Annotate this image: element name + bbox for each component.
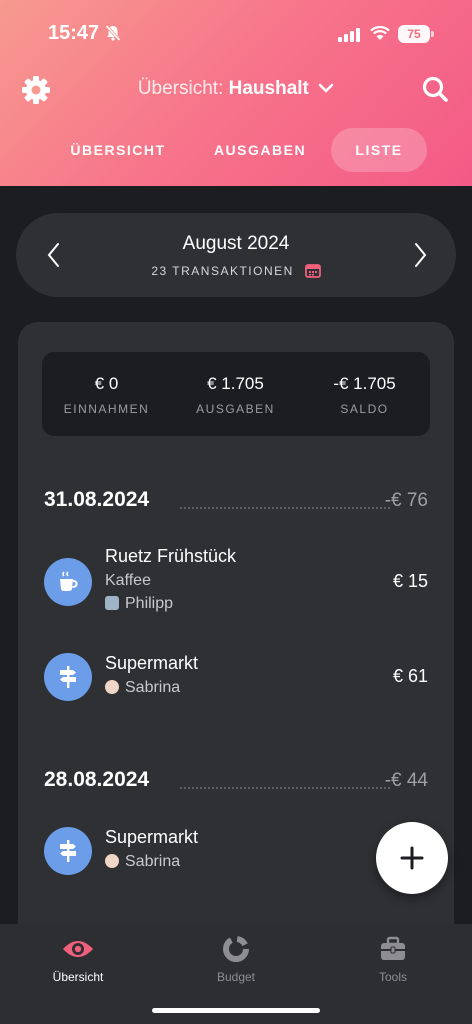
avatar (105, 854, 119, 868)
nav-item-tools[interactable]: Tools (333, 934, 453, 984)
group-selector-name: Haushalt (228, 78, 309, 100)
search-icon (422, 76, 448, 102)
signpost-icon (44, 653, 92, 701)
transaction-category: Kaffee (105, 572, 151, 589)
transaction-title: Supermarkt (105, 653, 199, 673)
cellular-signal-icon (338, 28, 362, 47)
bell-muted-icon (104, 24, 122, 47)
transaction-user-name: Sabrina (125, 679, 181, 696)
battery-tip (431, 31, 434, 37)
nav-item-budget[interactable]: Budget (176, 934, 296, 984)
date-divider (180, 787, 390, 789)
transaction-count-label: 23 TRANSAKTIONEN (151, 264, 294, 279)
summary-balance: -€ 1.705 SALDO (300, 374, 429, 416)
transaction-amount: € 61 (392, 666, 428, 686)
transaction-row[interactable]: Supermarkt Sabrina € 61 (44, 653, 428, 703)
expenses-value: € 1.705 (207, 374, 264, 393)
transaction-amount: € 15 (392, 571, 428, 591)
balance-value: -€ 1.705 (333, 374, 396, 393)
next-month-button[interactable] (410, 241, 430, 269)
transaction-title: Ruetz Frühstück (105, 546, 237, 566)
group-selector[interactable]: Übersicht: Haushalt (0, 78, 472, 100)
add-transaction-button[interactable] (376, 822, 448, 894)
date-label: 28.08.2024 (44, 768, 150, 791)
chevron-down-icon (318, 78, 334, 100)
avatar (105, 680, 119, 694)
expenses-label: AUSGABEN (196, 402, 275, 416)
battery-indicator: 75 (398, 25, 430, 43)
balance-label: SALDO (340, 402, 389, 416)
avatar (105, 596, 119, 610)
home-indicator[interactable] (152, 1008, 320, 1013)
transaction-user: Philipp (105, 595, 173, 613)
donut-chart-icon (176, 934, 296, 964)
nav-item-uebersicht[interactable]: Übersicht (18, 934, 138, 984)
nav-label: Tools (378, 970, 407, 984)
chevron-right-icon (415, 243, 427, 267)
date-header: 28.08.2024 -€ 44 (44, 768, 428, 798)
transaction-user-name: Sabrina (125, 853, 181, 870)
calendar-icon (304, 263, 321, 281)
wifi-icon (370, 25, 390, 47)
summary-income: € 0 EINNAHMEN (42, 374, 171, 416)
date-label: 31.08.2024 (44, 488, 150, 511)
month-title: August 2024 (182, 233, 290, 254)
group-selector-prefix: Übersicht: (137, 78, 224, 100)
transaction-user-name: Philipp (125, 595, 174, 612)
coffee-icon (44, 558, 92, 606)
signpost-icon (44, 827, 92, 875)
transaction-user: Sabrina (105, 853, 180, 871)
tab-ausgaben[interactable]: AUSGABEN (200, 128, 320, 172)
tab-liste[interactable]: LISTE (331, 128, 427, 172)
plus-icon (400, 846, 424, 870)
transaction-count[interactable]: 23 TRANSAKTIONEN (16, 263, 456, 281)
status-bar: 15:47 75 (0, 0, 472, 60)
transaction-row[interactable]: Supermarkt Sabrina (44, 827, 428, 877)
search-button[interactable] (418, 72, 454, 108)
view-tabs: ÜBERSICHT AUSGABEN LISTE (0, 128, 472, 172)
nav-label: Übersicht (52, 970, 104, 984)
income-value: € 0 (94, 374, 119, 393)
transaction-row[interactable]: Ruetz Frühstück Kaffee Philipp € 15 (44, 546, 428, 616)
status-time: 15:47 (48, 22, 100, 44)
date-total: -€ 44 (384, 770, 428, 791)
toolbox-icon (333, 934, 453, 964)
eye-icon (18, 934, 138, 964)
summary-expenses: € 1.705 AUSGABEN (171, 374, 300, 416)
nav-label: Budget (216, 970, 256, 984)
transaction-title: Supermarkt (105, 827, 199, 847)
summary-box: € 0 EINNAHMEN € 1.705 AUSGABEN -€ 1.705 … (42, 352, 430, 436)
income-label: EINNAHMEN (63, 402, 150, 416)
date-divider (180, 507, 390, 509)
app-header: 15:47 75 Übersicht: Haushalt ÜBERSICHT A… (0, 0, 472, 186)
tab-uebersicht[interactable]: ÜBERSICHT (58, 128, 178, 172)
date-header: 31.08.2024 -€ 76 (44, 488, 428, 518)
month-selector: August 2024 23 TRANSAKTIONEN (16, 213, 456, 297)
transaction-user: Sabrina (105, 679, 180, 697)
date-total: -€ 76 (384, 490, 428, 511)
